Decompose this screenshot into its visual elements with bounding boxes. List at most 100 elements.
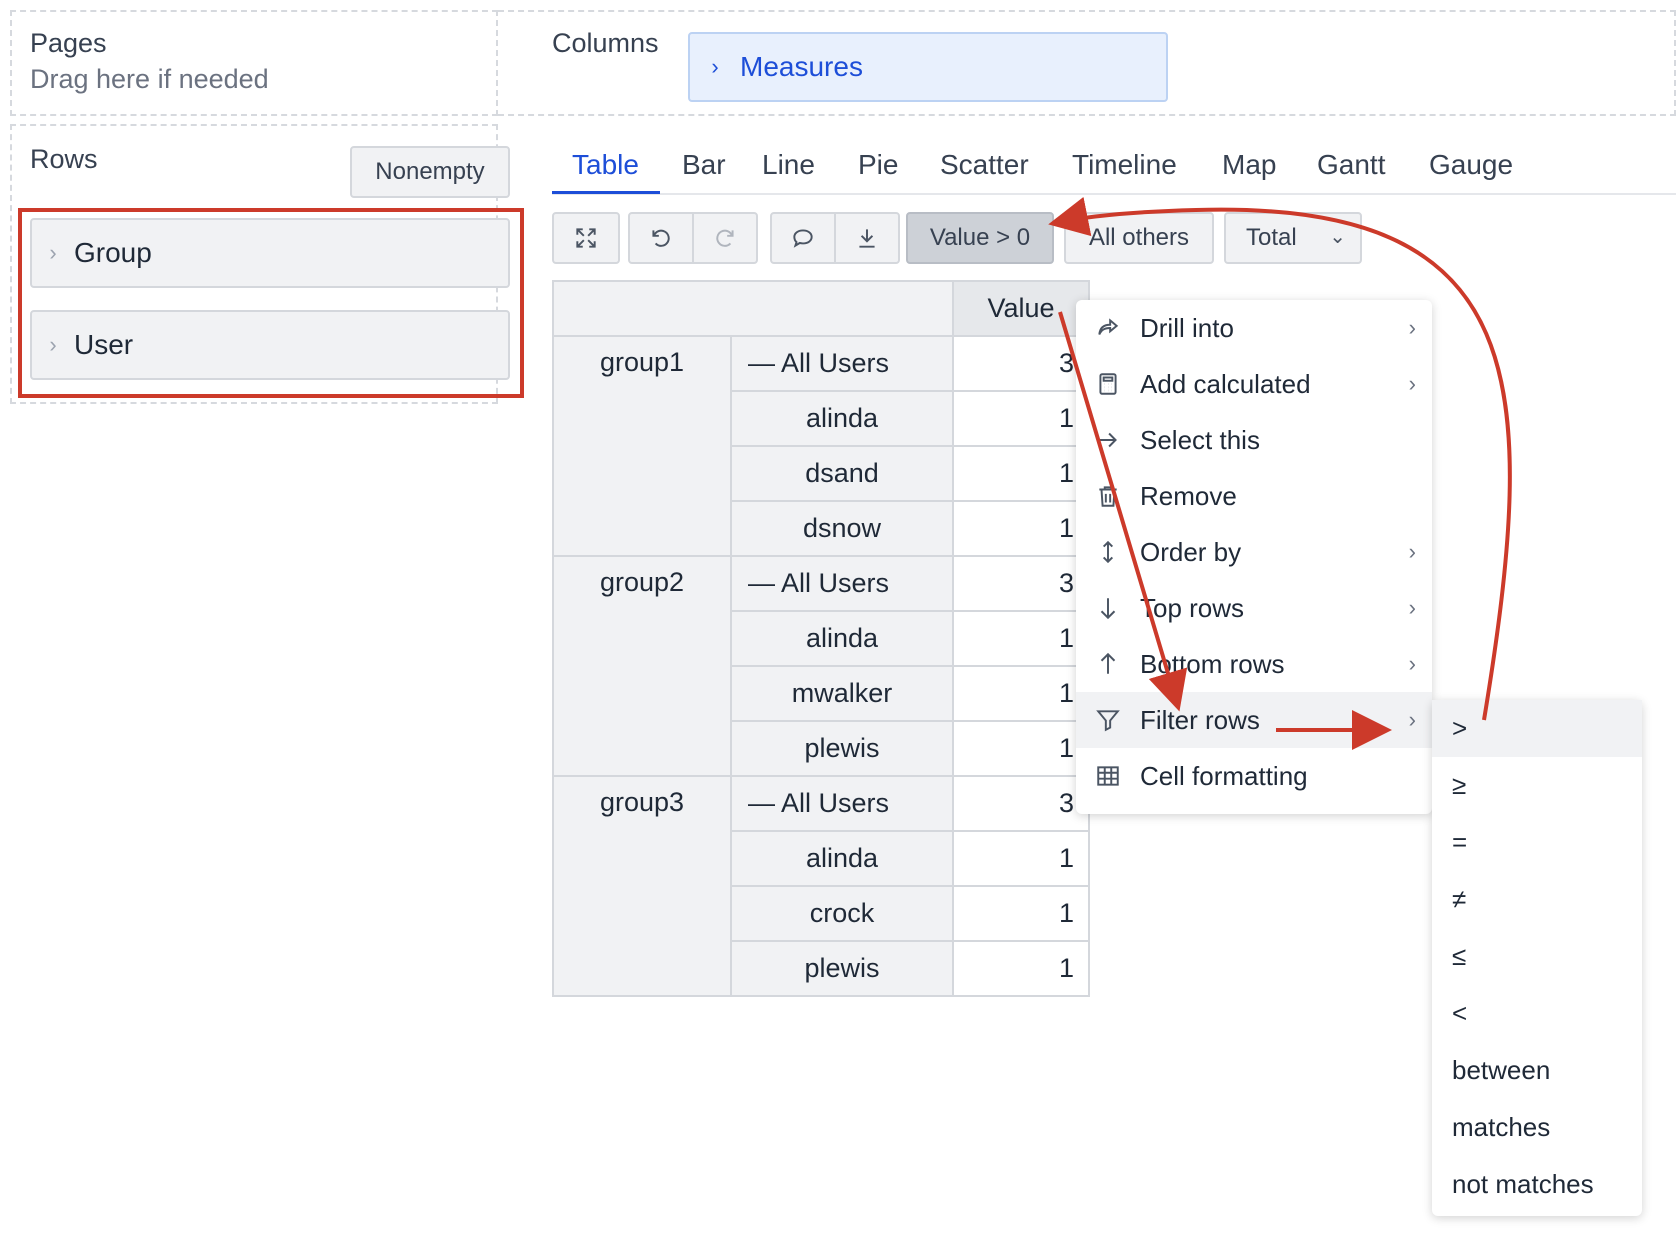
undo-icon <box>652 229 670 247</box>
filter-operator-submenu: > ≥ = ≠ ≤ < between matches not matches <box>1432 700 1642 1216</box>
fullscreen-button[interactable] <box>552 212 620 264</box>
annotation-highlight-frame <box>18 208 524 398</box>
menu-item-label: Drill into <box>1140 312 1234 343</box>
rows-title: Rows <box>30 144 98 174</box>
menu-item-select-this[interactable]: Select this <box>1076 412 1432 468</box>
menu-item-label: Bottom rows <box>1140 648 1285 679</box>
user-cell[interactable]: mwalker <box>730 665 954 722</box>
user-cell[interactable]: dsand <box>730 445 954 502</box>
user-cell[interactable]: — All Users <box>730 335 954 392</box>
menu-item-label: Cell formatting <box>1140 760 1308 791</box>
view-tabs: Table Bar Line Pie Scatter Timeline Map … <box>552 145 1676 195</box>
chevron-right-icon: › <box>711 54 719 79</box>
comment-icon <box>793 229 813 248</box>
value-cell[interactable]: 1 <box>952 500 1090 557</box>
menu-item-drill-into[interactable]: Drill into › <box>1076 300 1432 356</box>
all-others-button[interactable]: All others <box>1064 212 1214 264</box>
pages-hint: Drag here if needed <box>30 64 269 94</box>
value-cell[interactable]: 1 <box>952 610 1090 667</box>
menu-item-label: Filter rows <box>1140 704 1260 735</box>
value-cell[interactable]: 3 <box>952 335 1090 392</box>
comment-button[interactable] <box>770 212 836 264</box>
filter-value-button[interactable]: Value > 0 <box>906 212 1054 264</box>
download-button[interactable] <box>834 212 900 264</box>
redo-icon <box>716 229 734 247</box>
measures-label: Measures <box>740 51 863 82</box>
operator-equal[interactable]: = <box>1432 814 1642 871</box>
table-row: group3 — All Users 3 <box>552 775 1090 997</box>
pages-dropzone[interactable] <box>10 10 498 116</box>
menu-item-remove[interactable]: Remove <box>1076 468 1432 524</box>
menu-item-label: Order by <box>1140 536 1242 567</box>
menu-item-add-calculated[interactable]: Add calculated › <box>1076 356 1432 412</box>
operator-less-equal[interactable]: ≤ <box>1432 928 1642 985</box>
chevron-right-icon: › <box>1408 651 1416 676</box>
user-cell[interactable]: crock <box>730 885 954 942</box>
user-cell[interactable]: plewis <box>730 720 954 777</box>
operator-not-equal[interactable]: ≠ <box>1432 871 1642 928</box>
tab-map[interactable]: Map <box>1222 149 1276 181</box>
tab-line[interactable]: Line <box>762 149 815 181</box>
operator-not-matches[interactable]: not matches <box>1432 1156 1642 1213</box>
tab-table[interactable]: Table <box>572 149 639 181</box>
user-cell[interactable]: — All Users <box>730 775 954 832</box>
menu-item-label: Top rows <box>1140 592 1245 623</box>
chevron-down-icon: ⌄ <box>1329 226 1346 248</box>
value-cell[interactable]: 3 <box>952 555 1090 612</box>
value-cell[interactable]: 1 <box>952 885 1090 942</box>
menu-item-label: Remove <box>1140 480 1237 511</box>
group-cell[interactable]: group2 <box>552 555 732 777</box>
operator-between[interactable]: between <box>1432 1042 1642 1099</box>
download-icon <box>859 229 875 248</box>
user-cell[interactable]: plewis <box>730 940 954 997</box>
chevron-right-icon: › <box>1408 371 1416 396</box>
redo-button[interactable] <box>692 212 758 264</box>
value-cell[interactable]: 1 <box>952 390 1090 447</box>
menu-item-cell-formatting[interactable]: Cell formatting <box>1076 748 1432 804</box>
operator-greater-than[interactable]: > <box>1432 700 1642 757</box>
active-tab-indicator <box>552 191 660 194</box>
nonempty-button[interactable]: Nonempty <box>350 146 510 198</box>
menu-item-label: Select this <box>1140 424 1260 455</box>
value-cell[interactable]: 1 <box>952 665 1090 722</box>
user-cell[interactable]: alinda <box>730 610 954 667</box>
pivot-table: Value group1 — All Users 3 alinda 1 dsan… <box>552 280 1090 997</box>
menu-item-order-by[interactable]: Order by › <box>1076 524 1432 580</box>
tab-gantt[interactable]: Gantt <box>1317 149 1385 181</box>
user-cell[interactable]: — All Users <box>730 555 954 612</box>
user-cell[interactable]: alinda <box>730 830 954 887</box>
columns-title: Columns <box>552 28 659 58</box>
table-row: group1 — All Users 3 <box>552 335 1090 557</box>
operator-matches[interactable]: matches <box>1432 1099 1642 1156</box>
value-cell[interactable]: 1 <box>952 445 1090 502</box>
value-column-header[interactable]: Value <box>952 280 1090 337</box>
operator-greater-equal[interactable]: ≥ <box>1432 757 1642 814</box>
undo-button[interactable] <box>628 212 694 264</box>
table-corner <box>552 280 954 337</box>
measures-chip[interactable]: › Measures <box>688 32 1168 102</box>
trash-icon <box>1099 486 1117 507</box>
value-cell[interactable]: 1 <box>952 940 1090 997</box>
user-cell[interactable]: dsnow <box>730 500 954 557</box>
value-cell[interactable]: 1 <box>952 720 1090 777</box>
tab-scatter[interactable]: Scatter <box>940 149 1029 181</box>
pages-title: Pages <box>30 28 107 58</box>
group-cell[interactable]: group1 <box>552 335 732 557</box>
value-cell[interactable]: 1 <box>952 830 1090 887</box>
tab-bar[interactable]: Bar <box>682 149 726 181</box>
menu-item-bottom-rows[interactable]: Bottom rows › <box>1076 636 1432 692</box>
menu-item-filter-rows[interactable]: Filter rows › <box>1076 692 1432 748</box>
group-cell[interactable]: group3 <box>552 775 732 997</box>
arrow-down-icon <box>1100 598 1116 620</box>
menu-item-top-rows[interactable]: Top rows › <box>1076 580 1432 636</box>
operator-less-than[interactable]: < <box>1432 985 1642 1042</box>
user-cell[interactable]: alinda <box>730 390 954 447</box>
arrow-up-icon <box>1100 652 1116 674</box>
value-cell[interactable]: 3 <box>952 775 1090 832</box>
tab-timeline[interactable]: Timeline <box>1072 149 1177 181</box>
tab-gauge[interactable]: Gauge <box>1429 149 1513 181</box>
menu-item-label: Add calculated <box>1140 368 1311 399</box>
share-icon <box>1098 318 1119 335</box>
tab-pie[interactable]: Pie <box>858 149 898 181</box>
total-dropdown[interactable]: Total ⌄ <box>1224 212 1362 264</box>
